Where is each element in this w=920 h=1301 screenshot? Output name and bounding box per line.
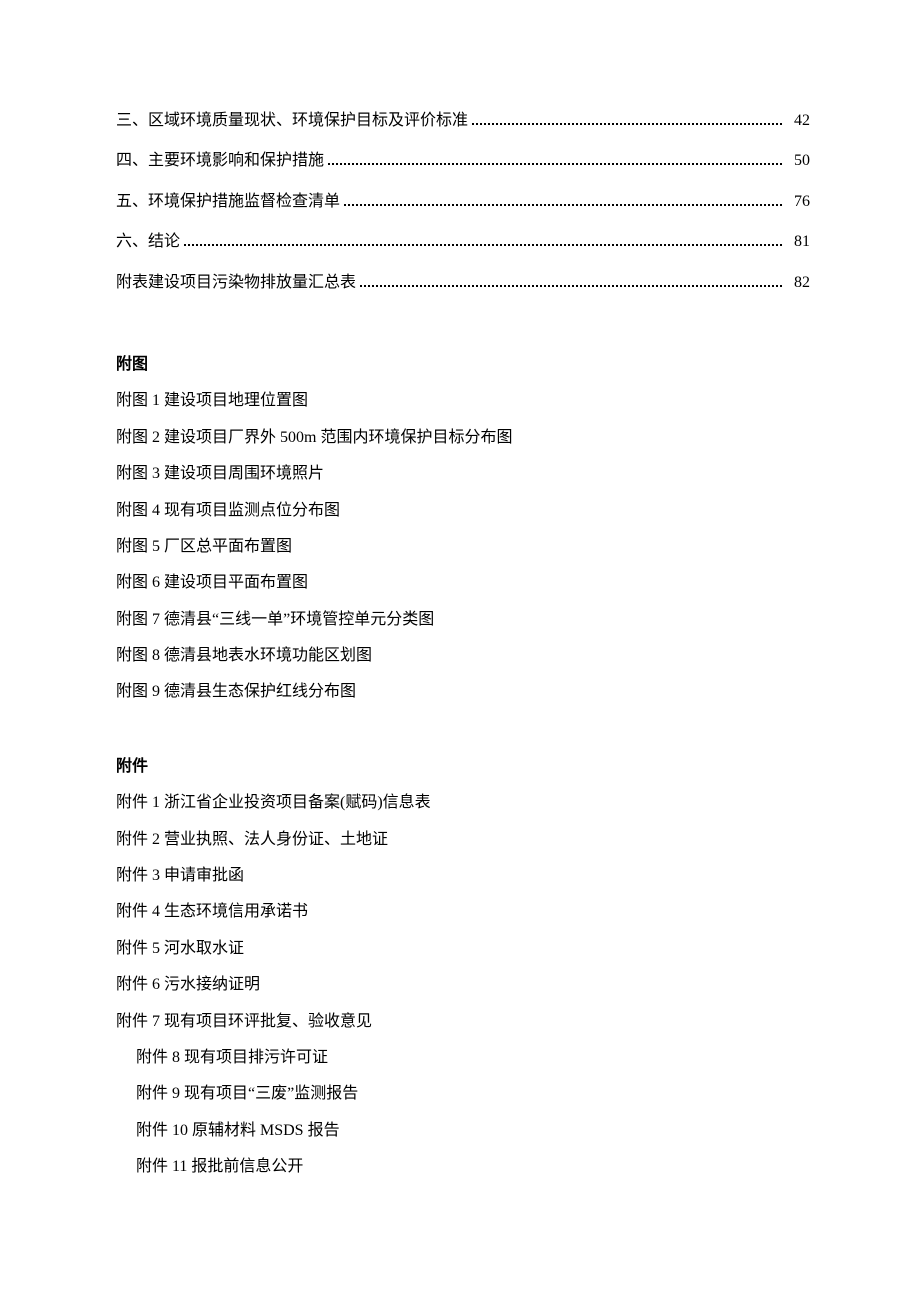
toc-page-number: 42 <box>786 110 810 132</box>
toc-section: 三、区域环境质量现状、环境保护目标及评价标准 42 四、主要环境影响和保护措施 … <box>116 110 810 294</box>
attachment-item: 附件 10 原辅材料 MSDS 报告 <box>116 1120 810 1142</box>
attachment-item: 附件 7 现有项目环评批复、验收意见 <box>116 1011 810 1033</box>
toc-page-number: 76 <box>786 191 810 213</box>
attachments-section: 附件 附件 1 浙江省企业投资项目备案(赋码)信息表 附件 2 营业执照、法人身… <box>116 756 810 1179</box>
toc-label: 三、区域环境质量现状、环境保护目标及评价标准 <box>116 110 468 132</box>
figure-item: 附图 8 德清县地表水环境功能区划图 <box>116 645 810 667</box>
attachment-item: 附件 6 污水接纳证明 <box>116 974 810 996</box>
toc-entry: 六、结论 81 <box>116 231 810 253</box>
figure-item: 附图 2 建设项目厂界外 500m 范围内环境保护目标分布图 <box>116 427 810 449</box>
attachment-item: 附件 3 申请审批函 <box>116 865 810 887</box>
figures-heading: 附图 <box>116 354 810 376</box>
attachment-item: 附件 9 现有项目“三废”监测报告 <box>116 1083 810 1105</box>
toc-label: 六、结论 <box>116 231 180 253</box>
toc-leader-dots <box>328 155 782 165</box>
toc-entry: 三、区域环境质量现状、环境保护目标及评价标准 42 <box>116 110 810 132</box>
figures-section: 附图 附图 1 建设项目地理位置图 附图 2 建设项目厂界外 500m 范围内环… <box>116 354 810 704</box>
figure-item: 附图 9 德清县生态保护红线分布图 <box>116 681 810 703</box>
toc-label: 附表建设项目污染物排放量汇总表 <box>116 272 356 294</box>
toc-label: 五、环境保护措施监督检查清单 <box>116 191 340 213</box>
attachment-item: 附件 2 营业执照、法人身份证、土地证 <box>116 829 810 851</box>
toc-entry: 五、环境保护措施监督检查清单 76 <box>116 191 810 213</box>
toc-label: 四、主要环境影响和保护措施 <box>116 150 324 172</box>
toc-leader-dots <box>472 115 782 125</box>
figure-item: 附图 5 厂区总平面布置图 <box>116 536 810 558</box>
attachment-item: 附件 11 报批前信息公开 <box>116 1156 810 1178</box>
toc-entry: 附表建设项目污染物排放量汇总表 82 <box>116 272 810 294</box>
toc-page-number: 81 <box>786 231 810 253</box>
figure-item: 附图 4 现有项目监测点位分布图 <box>116 500 810 522</box>
toc-leader-dots <box>360 277 782 287</box>
attachments-heading: 附件 <box>116 756 810 778</box>
toc-entry: 四、主要环境影响和保护措施 50 <box>116 150 810 172</box>
attachment-item: 附件 1 浙江省企业投资项目备案(赋码)信息表 <box>116 792 810 814</box>
toc-leader-dots <box>184 236 782 246</box>
attachment-item: 附件 8 现有项目排污许可证 <box>116 1047 810 1069</box>
attachment-item: 附件 4 生态环境信用承诺书 <box>116 901 810 923</box>
attachment-item: 附件 5 河水取水证 <box>116 938 810 960</box>
figure-item: 附图 7 德清县“三线一单”环境管控单元分类图 <box>116 609 810 631</box>
figure-item: 附图 3 建设项目周围环境照片 <box>116 463 810 485</box>
toc-leader-dots <box>344 196 782 206</box>
toc-page-number: 82 <box>786 272 810 294</box>
figure-item: 附图 1 建设项目地理位置图 <box>116 390 810 412</box>
figure-item: 附图 6 建设项目平面布置图 <box>116 572 810 594</box>
toc-page-number: 50 <box>786 150 810 172</box>
